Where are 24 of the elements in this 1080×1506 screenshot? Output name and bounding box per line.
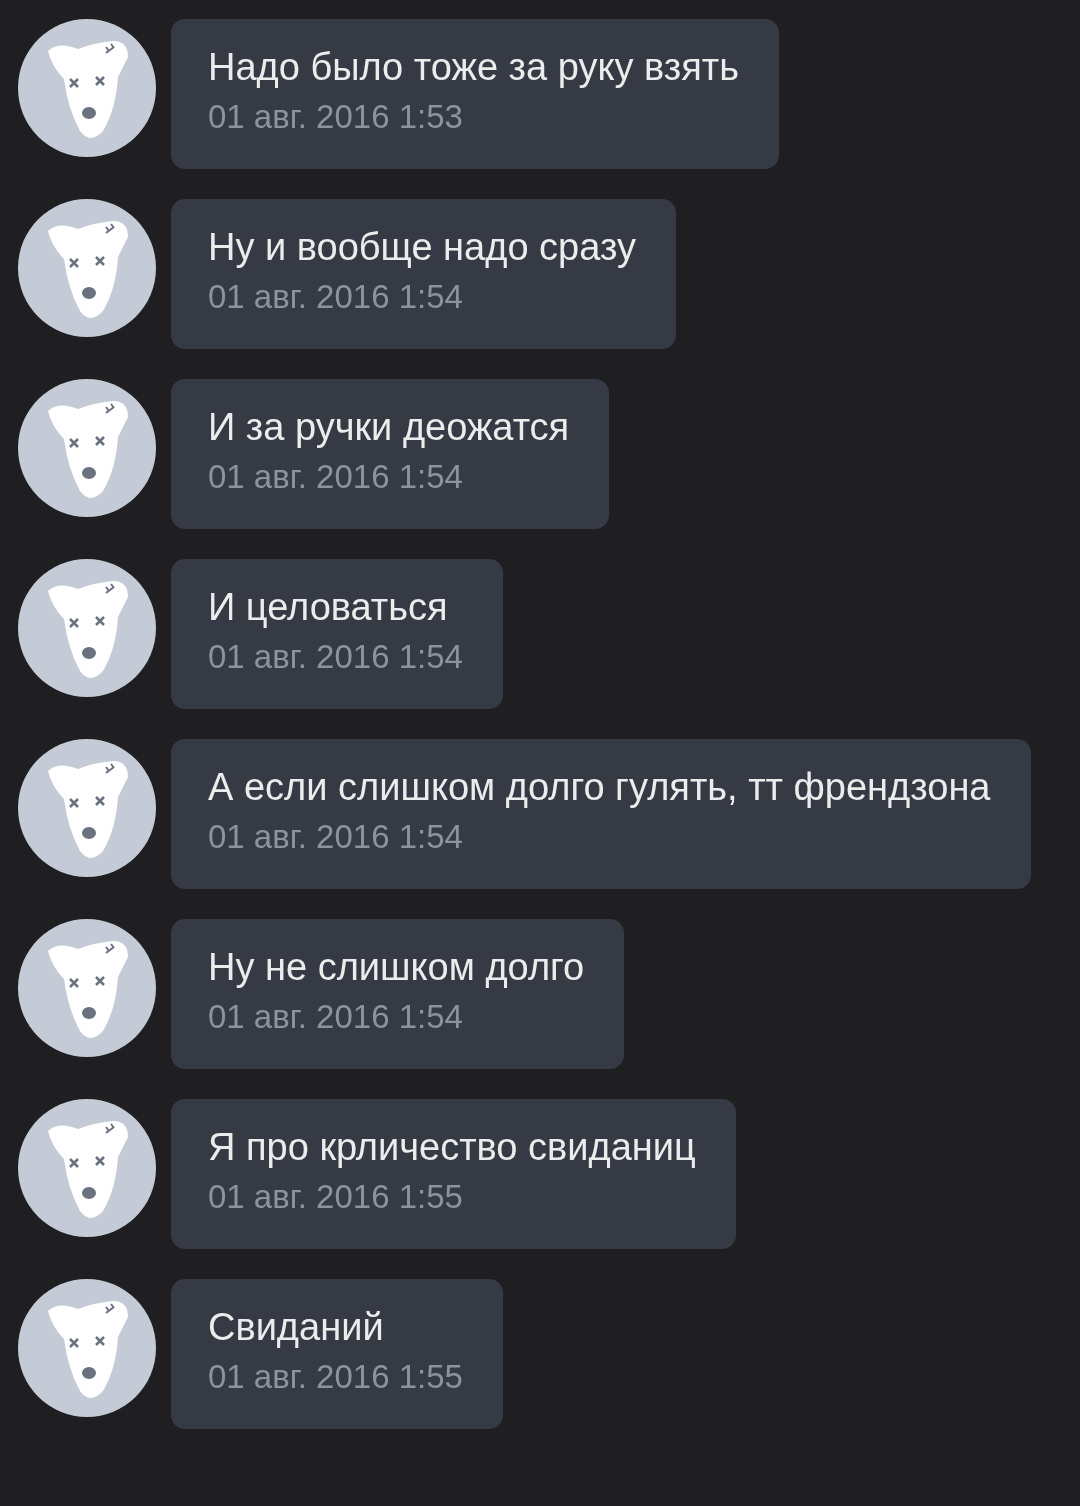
dog-avatar-icon [18, 739, 156, 877]
message-time: 01 авг. 2016 1:53 [208, 97, 464, 137]
dog-avatar-icon [18, 199, 156, 337]
message-time: 01 авг. 2016 1:54 [208, 457, 464, 497]
message-text: И целоваться [208, 585, 449, 630]
message-time: 01 авг. 2016 1:54 [208, 277, 464, 317]
message-text: И за ручки деожатся [208, 405, 570, 450]
message-text: Ну и вообще надо сразу [208, 225, 636, 270]
message-text: Ну не слишком долго [208, 945, 585, 990]
message-time: 01 авг. 2016 1:54 [208, 997, 464, 1037]
dog-avatar-icon [18, 379, 156, 517]
message-time: 01 авг. 2016 1:55 [208, 1357, 463, 1397]
dog-avatar-icon [18, 919, 156, 1057]
message-time: 01 авг. 2016 1:54 [208, 817, 464, 857]
dog-avatar-icon [18, 559, 156, 697]
message-time: 01 авг. 2016 1:54 [208, 637, 463, 677]
dog-avatar-icon [18, 1279, 156, 1417]
dog-avatar-icon [18, 1099, 156, 1237]
message-text: Свиданий [208, 1305, 385, 1350]
message-text: Надо было тоже за руку взять [208, 45, 739, 90]
message-time: 01 авг. 2016 1:55 [208, 1177, 464, 1217]
message-text: Я про крличество свиданиц [208, 1125, 696, 1170]
message-text: А если слишком долго гулять, тт френдзона [208, 765, 991, 810]
dog-avatar-icon [18, 19, 156, 157]
